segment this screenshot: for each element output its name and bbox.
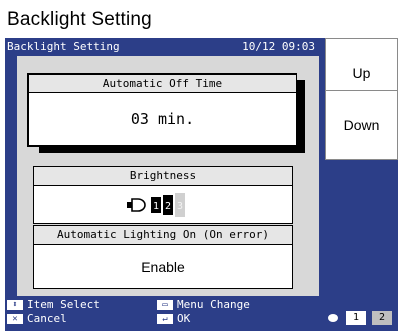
auto-off-time-item[interactable]: Automatic Off Time 03 min. bbox=[27, 73, 297, 147]
auto-lighting-label: Automatic Lighting On (On error) bbox=[33, 225, 293, 245]
device-screen: Backlight Setting 10/12 09:03 Up Down Au… bbox=[5, 38, 398, 331]
brightness-level-label-2: 2 bbox=[165, 201, 171, 212]
brightness-level-label-1: 1 bbox=[153, 201, 159, 212]
settings-panel: Automatic Off Time 03 min. Brightness 12… bbox=[17, 56, 319, 304]
page-1-tab[interactable]: 1 bbox=[346, 311, 366, 325]
brightness-item[interactable]: Brightness 123 bbox=[33, 166, 293, 224]
brightness-level-indicator: 123 bbox=[127, 192, 185, 217]
up-down-arrows-icon: ⬍ bbox=[7, 299, 23, 310]
enter-arrow-icon: ↵ bbox=[157, 313, 173, 324]
screen-title: Backlight Setting bbox=[7, 40, 120, 53]
page-2-tab[interactable]: 2 bbox=[372, 311, 392, 325]
item-select-hint: Item Select bbox=[27, 298, 100, 311]
pager: 1 2 bbox=[328, 311, 392, 325]
brightness-label: Brightness bbox=[33, 166, 293, 186]
ok-hint: OK bbox=[177, 312, 191, 325]
menu-change-hint: Menu Change bbox=[177, 298, 250, 311]
auto-lighting-item[interactable]: Automatic Lighting On (On error) Enable bbox=[33, 225, 293, 289]
auto-off-time-value: 03 min. bbox=[27, 93, 297, 147]
down-button[interactable]: Down bbox=[325, 90, 398, 160]
cancel-hint: Cancel bbox=[27, 312, 67, 325]
brightness-control[interactable]: 123 bbox=[33, 186, 293, 224]
brightness-level-label-3: 3 bbox=[177, 201, 183, 212]
datetime-display: 10/12 09:03 bbox=[242, 40, 315, 53]
page-caption: Backlight Setting bbox=[7, 9, 152, 30]
auto-off-time-label: Automatic Off Time bbox=[27, 73, 297, 93]
auto-lighting-value: Enable bbox=[33, 245, 293, 289]
cancel-icon: ✕ bbox=[7, 313, 23, 324]
page-icon bbox=[328, 314, 338, 322]
bulb-icon bbox=[127, 197, 146, 212]
screen-header: Backlight Setting 10/12 09:03 bbox=[5, 38, 327, 56]
menu-icon: ▭ bbox=[157, 299, 173, 310]
